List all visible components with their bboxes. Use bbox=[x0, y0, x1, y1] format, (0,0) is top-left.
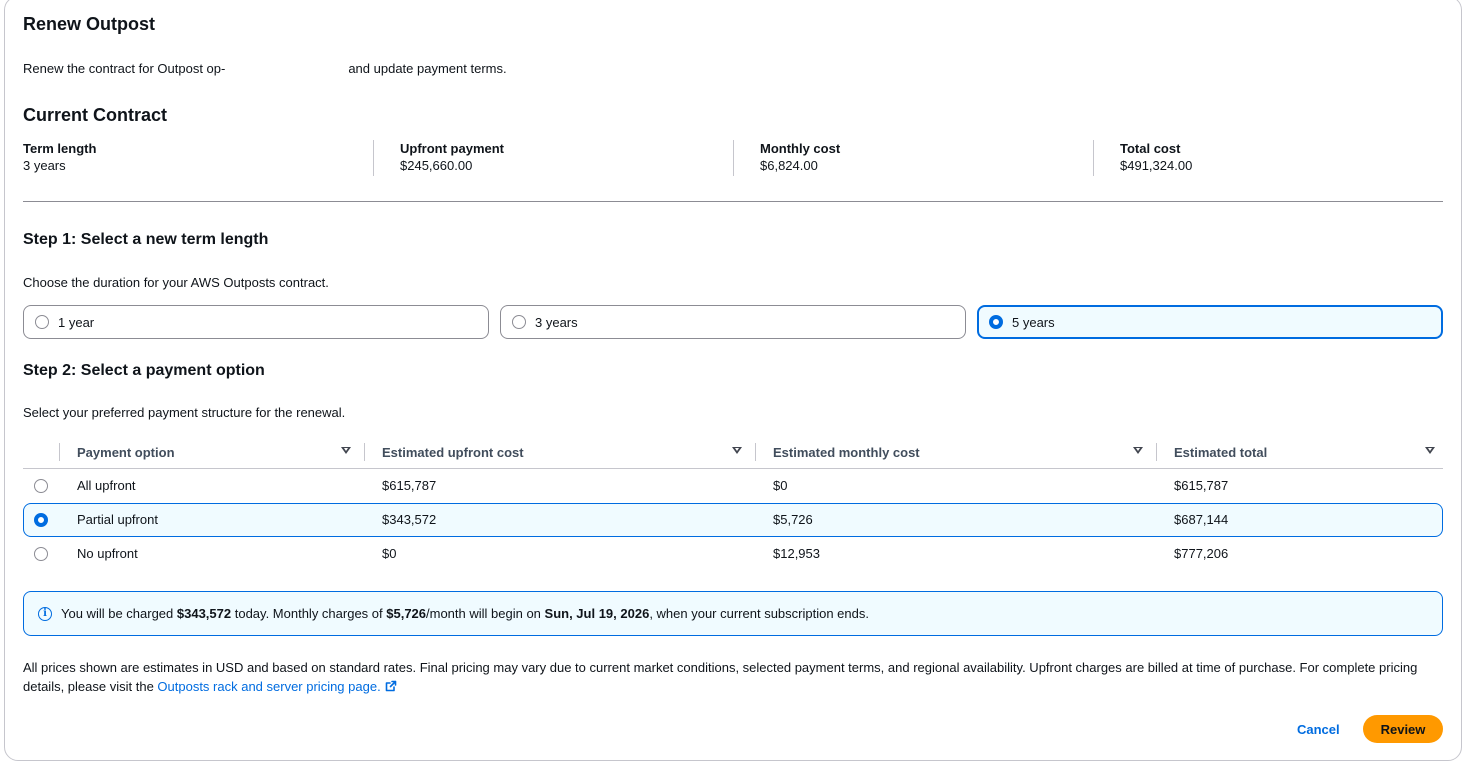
monthly-cost-label: Monthly cost bbox=[760, 141, 841, 156]
radio-button-selected[interactable] bbox=[989, 315, 1003, 329]
monthly-cost-cell: $5,726 bbox=[773, 512, 813, 527]
term-option-3-years[interactable]: 3 years bbox=[500, 305, 966, 339]
alert-text-part: /month will begin on bbox=[426, 606, 545, 621]
upfront-cost-cell: $615,787 bbox=[382, 478, 437, 493]
modal-description: Renew the contract for Outpost op-and up… bbox=[23, 61, 507, 76]
payment-options-table: Payment option Estimated upfront cost Es… bbox=[23, 435, 1443, 571]
step2-title: Step 2: Select a payment option bbox=[23, 362, 265, 379]
term-option-label: 3 years bbox=[535, 314, 578, 330]
column-header-monthly-cost[interactable]: Estimated monthly cost bbox=[773, 445, 920, 460]
term-length-value: 3 years bbox=[23, 158, 66, 173]
current-contract-title: Current Contract bbox=[23, 105, 168, 125]
total-cost-value: $491,324.00 bbox=[1120, 158, 1193, 173]
step2-description: Select your preferred payment structure … bbox=[23, 405, 346, 420]
table-header: Payment option Estimated upfront cost Es… bbox=[23, 435, 1443, 469]
column-divider bbox=[59, 443, 60, 461]
total-cell: $687,144 bbox=[1174, 512, 1229, 527]
alert-start-date: Sun, Jul 19, 2026 bbox=[544, 606, 650, 621]
upfront-payment-value: $245,660.00 bbox=[400, 158, 473, 173]
column-divider[interactable] bbox=[1156, 443, 1157, 461]
upfront-cost-cell: $343,572 bbox=[382, 512, 437, 527]
alert-upfront-amount: $343,572 bbox=[176, 606, 232, 621]
table-row[interactable]: All upfront $615,787 $0 $615,787 bbox=[23, 469, 1443, 503]
sort-icon[interactable] bbox=[1133, 447, 1143, 454]
column-divider[interactable] bbox=[755, 443, 756, 461]
column-header-payment-option[interactable]: Payment option bbox=[77, 445, 175, 460]
radio-button[interactable] bbox=[34, 479, 48, 493]
sort-icon[interactable] bbox=[732, 447, 742, 454]
alert-text-part: You will be charged bbox=[61, 606, 177, 621]
renew-outpost-modal bbox=[4, 0, 1462, 761]
section-divider bbox=[23, 201, 1443, 202]
table-row[interactable]: No upfront $0 $12,953 $777,206 bbox=[23, 537, 1443, 571]
pricing-page-link[interactable]: Outposts rack and server pricing page. bbox=[157, 679, 396, 694]
alert-text: You will be charged $343,572 today. Mont… bbox=[61, 606, 869, 621]
alert-monthly-amount: $5,726 bbox=[386, 606, 427, 621]
upfront-payment-field: Upfront payment $245,660.00 bbox=[400, 141, 504, 175]
payment-option-cell: No upfront bbox=[77, 546, 138, 561]
radio-button[interactable] bbox=[34, 547, 48, 561]
review-button[interactable]: Review bbox=[1363, 715, 1443, 743]
term-option-1-year[interactable]: 1 year bbox=[23, 305, 489, 339]
monthly-cost-cell: $0 bbox=[773, 478, 788, 493]
upfront-cost-cell: $0 bbox=[382, 546, 397, 561]
pricing-page-link-label[interactable]: Outposts rack and server pricing page. bbox=[157, 679, 380, 694]
total-cost-label: Total cost bbox=[1120, 141, 1181, 156]
upfront-payment-label: Upfront payment bbox=[400, 141, 504, 156]
column-divider bbox=[733, 140, 734, 176]
step1-description: Choose the duration for your AWS Outpost… bbox=[23, 275, 329, 290]
term-option-label: 5 years bbox=[1012, 314, 1055, 330]
table-row-selected[interactable]: Partial upfront $343,572 $5,726 $687,144 bbox=[23, 503, 1443, 537]
info-icon: i bbox=[38, 606, 52, 621]
total-cell: $777,206 bbox=[1174, 546, 1229, 561]
term-length-field: Term length 3 years bbox=[23, 141, 96, 175]
cancel-button[interactable]: Cancel bbox=[1287, 716, 1350, 742]
radio-button[interactable] bbox=[35, 315, 49, 329]
info-alert: i You will be charged $343,572 today. Mo… bbox=[23, 591, 1443, 636]
description-prefix: Renew the contract for Outpost op- bbox=[23, 61, 226, 76]
alert-text-part: today. Monthly charges of bbox=[231, 606, 387, 621]
pricing-disclaimer: All prices shown are estimates in USD an… bbox=[23, 658, 1423, 696]
column-header-upfront-cost[interactable]: Estimated upfront cost bbox=[382, 445, 524, 460]
description-suffix: and update payment terms. bbox=[348, 61, 507, 76]
monthly-cost-value: $6,824.00 bbox=[760, 158, 818, 173]
term-option-5-years[interactable]: 5 years bbox=[977, 305, 1443, 339]
monthly-cost-field: Monthly cost $6,824.00 bbox=[760, 141, 840, 175]
sort-icon[interactable] bbox=[341, 447, 351, 454]
modal-title: Renew Outpost bbox=[23, 14, 156, 34]
radio-button-selected[interactable] bbox=[34, 513, 48, 527]
column-divider[interactable] bbox=[364, 443, 365, 461]
alert-text-part: , when your current subscription ends. bbox=[649, 606, 869, 621]
payment-option-cell: Partial upfront bbox=[77, 512, 158, 527]
radio-button[interactable] bbox=[512, 315, 526, 329]
term-option-label: 1 year bbox=[58, 314, 95, 330]
column-divider bbox=[373, 140, 374, 176]
step1-title: Step 1: Select a new term length bbox=[23, 231, 269, 248]
external-link-icon[interactable] bbox=[385, 680, 397, 692]
term-length-label: Term length bbox=[23, 141, 97, 156]
column-header-estimated-total[interactable]: Estimated total bbox=[1174, 445, 1267, 460]
total-cost-field: Total cost $491,324.00 bbox=[1120, 141, 1192, 175]
total-cell: $615,787 bbox=[1174, 478, 1229, 493]
payment-option-cell: All upfront bbox=[77, 478, 136, 493]
monthly-cost-cell: $12,953 bbox=[773, 546, 820, 561]
column-divider bbox=[1093, 140, 1094, 176]
sort-icon[interactable] bbox=[1425, 447, 1435, 454]
